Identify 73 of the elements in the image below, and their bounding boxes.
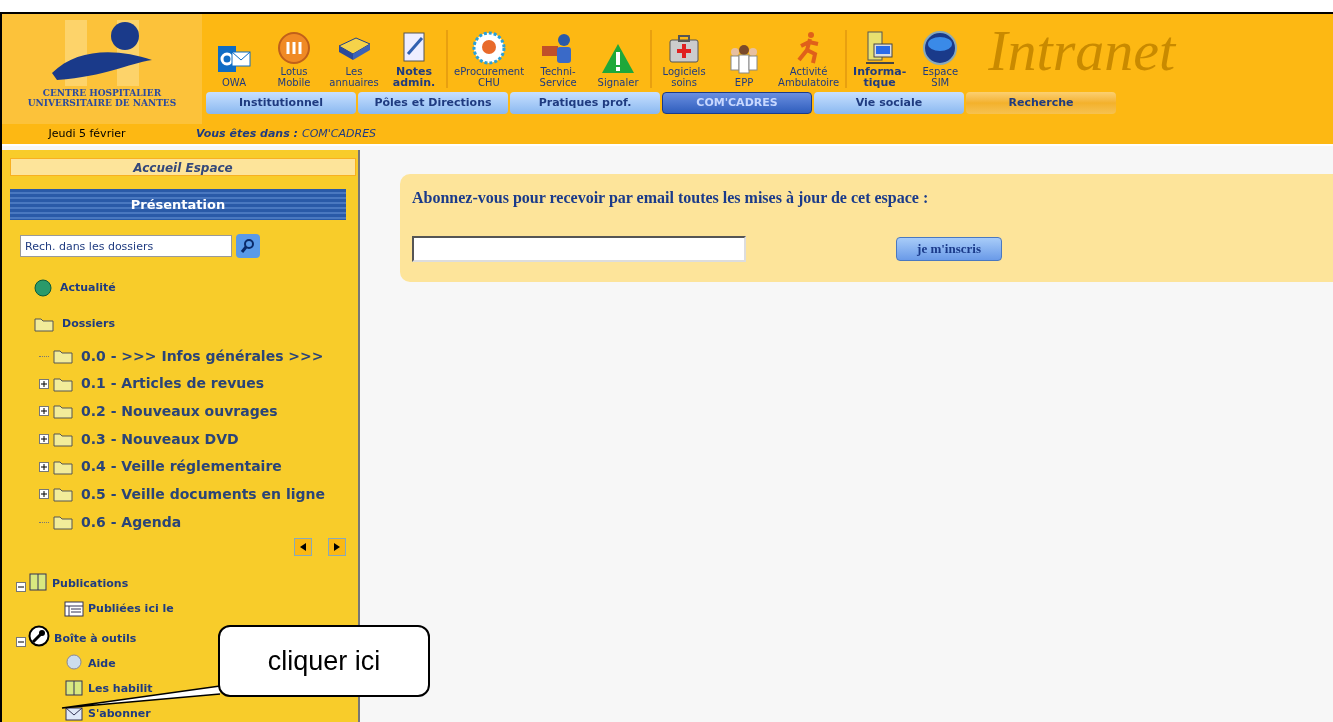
callout-label: cliquer ici xyxy=(218,625,430,697)
toolbar-shortcut[interactable]: eProcurement CHU xyxy=(452,30,527,88)
nav-tab[interactable]: Vie sociale xyxy=(814,92,964,114)
sim-logo-icon xyxy=(922,30,959,66)
toolbar-shortcut[interactable]: Techni- Service xyxy=(530,30,587,88)
next-page-button[interactable] xyxy=(328,538,346,556)
toolbar-shortcut[interactable]: Activité Ambulatoire xyxy=(776,30,842,88)
book-icon xyxy=(64,679,84,697)
folder-item[interactable]: 0.3 - Nouveaux DVD xyxy=(81,428,239,450)
folder-item[interactable]: 0.0 - >>> Infos générales >>> xyxy=(81,345,324,367)
envelope-icon xyxy=(64,704,84,722)
expand-icon[interactable] xyxy=(39,378,49,389)
nav-tab[interactable]: Institutionnel xyxy=(206,92,356,114)
nav-tab[interactable]: Pratiques prof. xyxy=(510,92,660,114)
tree-item[interactable]: Dossiers xyxy=(62,315,115,333)
folder-icon xyxy=(53,486,73,503)
toolbar-shortcut[interactable]: Notes admin. xyxy=(386,30,442,88)
tree-item[interactable]: Les habilit xyxy=(88,680,153,697)
toolbar-shortcut[interactable]: Informa- tique xyxy=(851,30,909,88)
search-field[interactable]: Rech. dans les dossiers xyxy=(20,235,232,258)
left-arrow-icon xyxy=(300,543,306,551)
expand-icon[interactable] xyxy=(39,489,49,500)
list-icon xyxy=(64,601,84,617)
search-tab[interactable]: Recherche xyxy=(966,92,1116,114)
folder-item[interactable]: 0.5 - Veille documents en ligne xyxy=(81,483,325,505)
book-icon xyxy=(28,572,48,592)
subscribe-button[interactable]: je m'inscris xyxy=(896,237,1002,261)
folder-icon xyxy=(34,316,54,333)
toolbar-shortcut[interactable]: Lotus Mobile xyxy=(266,30,322,88)
folder-item[interactable]: 0.1 - Articles de revues xyxy=(81,373,265,395)
tree-item[interactable]: Actualité xyxy=(60,279,116,297)
toolbar-shortcut[interactable]: Signaler xyxy=(590,41,647,88)
wrench-icon xyxy=(28,625,50,647)
previous-page-button[interactable] xyxy=(294,538,312,556)
expand-icon[interactable] xyxy=(39,406,49,417)
email-field[interactable] xyxy=(412,236,746,262)
tree-item[interactable]: Boîte à outils xyxy=(54,630,137,647)
location-label: Vous êtes dans : xyxy=(196,125,298,142)
toolbar-shortcut[interactable]: Espace SIM xyxy=(912,30,969,88)
search-icon xyxy=(240,238,256,255)
folder-icon xyxy=(53,375,73,392)
toolbar-shortcut[interactable]: EPP xyxy=(716,41,773,88)
folder-icon xyxy=(53,431,73,448)
globe-icon xyxy=(34,279,52,298)
toolbar-shortcut[interactable]: Logiciels soins xyxy=(656,30,713,88)
folder-icon xyxy=(53,514,73,531)
collapse-icon[interactable] xyxy=(16,637,26,647)
current-date: Jeudi 5 février xyxy=(47,125,127,142)
folder-item[interactable]: 0.4 - Veille réglementaire xyxy=(81,456,282,478)
tree-item[interactable]: Publiées ici le xyxy=(88,600,174,617)
home-link[interactable]: Accueil Espace xyxy=(10,158,356,176)
location-value: COM'CADRES xyxy=(301,125,377,142)
tree-item[interactable]: Aide xyxy=(88,655,116,672)
search-button[interactable] xyxy=(236,234,260,259)
ring-logo-icon xyxy=(471,30,508,66)
toolbar-shortcut[interactable]: Les annuaires xyxy=(326,30,382,88)
expand-icon[interactable] xyxy=(39,461,49,472)
toolbar-shortcut[interactable]: OWA xyxy=(206,41,262,88)
section-header: Présentation xyxy=(10,189,346,221)
folder-item[interactable]: 0.2 - Nouveaux ouvrages xyxy=(81,400,278,422)
tree-item[interactable]: Publications xyxy=(52,575,129,592)
hospital-name: CENTRE HOSPITALIER UNIVERSITAIRE DE NANTES xyxy=(27,88,177,108)
collapse-icon[interactable] xyxy=(16,582,26,592)
folder-item[interactable]: 0.6 - Agenda xyxy=(81,511,182,533)
folder-icon xyxy=(53,348,73,365)
expand-icon[interactable] xyxy=(39,434,49,445)
folder-icon xyxy=(53,403,73,420)
nav-tab[interactable]: Pôles et Directions xyxy=(358,92,508,114)
subscribe-title: Abonnez-vous pour recevoir par email toutes les mises à jour de cet espace : xyxy=(412,188,930,209)
folder-icon xyxy=(53,458,73,475)
circle-logo-icon xyxy=(276,30,312,66)
right-arrow-icon xyxy=(334,543,340,551)
tree-item[interactable]: S'abonner xyxy=(88,705,151,722)
